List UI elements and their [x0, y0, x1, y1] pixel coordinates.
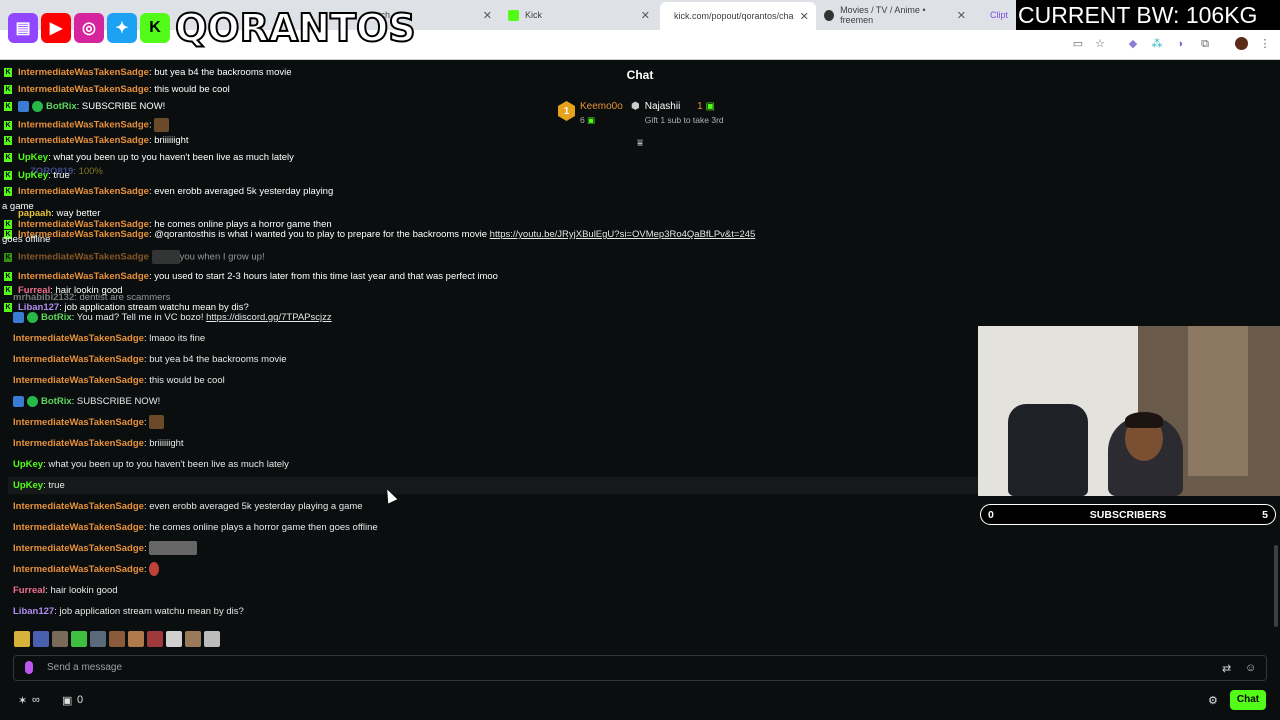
- emote-icon[interactable]: [204, 631, 220, 647]
- tab-label: kick.com/popout/qorantos/cha: [674, 11, 794, 21]
- webcam-feed: [978, 326, 1280, 496]
- emote-icon[interactable]: [14, 631, 30, 647]
- infinity-count: ∞: [32, 694, 40, 706]
- bookmark-star-icon[interactable]: ☆: [1094, 38, 1106, 50]
- browser-tab-movies[interactable]: Movies / TV / Anime • freemen ✕: [816, 4, 974, 26]
- extension-icon[interactable]: ⁂: [1151, 38, 1163, 50]
- emote-icon[interactable]: [33, 631, 49, 647]
- screen-share-icon[interactable]: ▭: [1072, 38, 1084, 50]
- ghost-message: papaah: way better: [18, 208, 101, 219]
- kick-icon: K: [140, 13, 170, 43]
- emoji-icon[interactable]: ☺: [1245, 662, 1256, 674]
- extensions-puzzle-icon[interactable]: ⧉: [1199, 38, 1211, 50]
- twitch-icon: ▤: [8, 13, 38, 43]
- discord-link[interactable]: https://discord.gg/7TPAPscjzz: [206, 312, 332, 323]
- ghost-message: K IntermediateWasTakenSadge: but yea b4 t…: [4, 67, 292, 78]
- quick-emote-row: [14, 631, 220, 647]
- tab-label: Movies / TV / Anime • freemen: [840, 5, 926, 25]
- close-icon[interactable]: ✕: [641, 9, 650, 22]
- bot-badge-icon: [13, 311, 24, 323]
- chat-message[interactable]: IntermediateWasTakenSadge: he comes onli…: [13, 520, 378, 536]
- chat-message[interactable]: IntermediateWasTakenSadge: this would be…: [13, 373, 225, 389]
- subscriber-goal-bar: 0 SUBSCRIBERS 5: [980, 504, 1276, 525]
- emote-icon[interactable]: [71, 631, 87, 647]
- tab-label: Kick: [525, 10, 543, 20]
- chat-message[interactable]: IntermediateWasTakenSadge: briiiiiight: [13, 436, 184, 452]
- emote-icon[interactable]: [185, 631, 201, 647]
- extension-icon[interactable]: ◆: [1127, 38, 1139, 50]
- ghost-message: K IntermediateWasTakenSadge: even erobb a…: [4, 186, 334, 197]
- gift-count: 0: [77, 694, 84, 706]
- extension-icon[interactable]: ◗: [1175, 38, 1187, 50]
- chat-message[interactable]: IntermediateWasTakenSadge: even erobb av…: [13, 499, 363, 515]
- ghost-youtube-link[interactable]: https://youtu.be/JRyjXBulEgU?si=OVMep3Ro…: [490, 229, 756, 240]
- ghost-message: K IntermediateWasTakenSadge: you used to …: [4, 271, 498, 282]
- emote-icon: [149, 415, 165, 430]
- emote-icon[interactable]: [147, 631, 163, 647]
- settings-gear-icon[interactable]: ⚙: [1208, 694, 1218, 707]
- message-placeholder: Send a message: [47, 662, 123, 673]
- chat-message[interactable]: IntermediateWasTakenSadge: but yea b4 th…: [13, 352, 287, 368]
- sub-goal-target: 5: [1262, 508, 1268, 521]
- message-input[interactable]: [13, 655, 1267, 681]
- verified-badge-icon: [27, 311, 38, 323]
- chat-message[interactable]: IntermediateWasTakenSadge: lmaoo its fin…: [13, 331, 205, 347]
- twitter-icon: ✦: [107, 13, 137, 43]
- ghost-overlay-messages: K IntermediateWasTakenSadge: but yea b4 t…: [0, 64, 760, 314]
- chat-message[interactable]: UpKey: what you been up to you haven't b…: [13, 457, 289, 473]
- ghost-message: K IntermediateWasTakenSadge: @qorantosthi…: [4, 229, 756, 240]
- tab-label: Clipt: [990, 10, 1009, 20]
- emote-icon[interactable]: [166, 631, 182, 647]
- chat-message[interactable]: Furreal: hair lookin good: [13, 583, 118, 599]
- profile-avatar[interactable]: [1235, 37, 1248, 50]
- instagram-icon: ◎: [74, 13, 104, 43]
- ghost-message: K IntermediateWasTakenSadge you when I gr…: [4, 250, 265, 264]
- movies-favicon-icon: [824, 9, 835, 21]
- emote-icon[interactable]: [128, 631, 144, 647]
- close-icon[interactable]: ✕: [483, 9, 492, 22]
- ghost-message: K IntermediateWasTakenSadge: briiiiiight: [4, 135, 189, 146]
- sparkle-icon[interactable]: ✶: [18, 694, 27, 707]
- chat-message[interactable]: BotRix: SUBSCRIBE NOW!: [13, 394, 160, 410]
- chat-message[interactable]: UpKey: true: [13, 478, 65, 494]
- close-icon[interactable]: ✕: [957, 9, 966, 22]
- kick-favicon-icon: [508, 9, 519, 21]
- browser-tab-kick[interactable]: Kick ✕: [500, 4, 658, 26]
- chat-message[interactable]: Liban127: job application stream watchu …: [13, 604, 244, 620]
- bot-badge-icon: [13, 395, 24, 407]
- ghost-message: K UpKey: true: [4, 170, 70, 181]
- verified-badge-icon: [27, 395, 38, 407]
- chat-message[interactable]: IntermediateWasTakenSadge:: [13, 541, 198, 557]
- translate-icon[interactable]: ⇄: [1222, 662, 1231, 675]
- youtube-icon: ▶: [41, 13, 71, 43]
- browser-tab-clipt[interactable]: Clipt: [976, 4, 1016, 26]
- chat-scrollbar[interactable]: [1274, 545, 1278, 627]
- emote-icon[interactable]: [109, 631, 125, 647]
- ghost-message: K BotRix: SUBSCRIBE NOW!: [4, 101, 166, 113]
- send-chat-button[interactable]: Chat: [1230, 690, 1266, 710]
- ghost-message: goes offline: [2, 234, 51, 245]
- chat-message[interactable]: BotRix: You mad? Tell me in VC bozo! htt…: [13, 310, 332, 326]
- mic-icon[interactable]: [25, 661, 33, 674]
- social-overlay: ▤ ▶ ◎ ✦ K QORANTOS: [8, 4, 417, 52]
- channel-name: QORANTOS: [174, 5, 417, 51]
- emote-icon[interactable]: [52, 631, 68, 647]
- ghost-message: K IntermediateWasTakenSadge: this would b…: [4, 84, 230, 95]
- emote-icon[interactable]: [90, 631, 106, 647]
- gift-icon[interactable]: ▣: [62, 694, 72, 707]
- emote-icon: [149, 562, 160, 577]
- close-icon[interactable]: ✕: [800, 10, 809, 23]
- bandwidth-readout: CURRENT BW: 106KG: [1016, 0, 1280, 30]
- emote-icon: [149, 541, 198, 556]
- hovered-message-row: [8, 477, 978, 494]
- chat-message[interactable]: IntermediateWasTakenSadge:: [13, 415, 165, 431]
- browser-tab-popout[interactable]: kick.com/popout/qorantos/cha ✕: [660, 2, 816, 30]
- ghost-message: K UpKey: what you been up to you haven't …: [4, 152, 294, 163]
- ghost-message: K IntermediateWasTakenSadge:: [4, 118, 170, 132]
- page: tch ✕ Kick ✕ kick.com/popout/qorantos/ch…: [0, 0, 1280, 720]
- sub-goal-current: 0: [988, 508, 994, 521]
- chat-message[interactable]: IntermediateWasTakenSadge:: [13, 562, 160, 578]
- more-menu-icon[interactable]: ⋮: [1259, 38, 1271, 50]
- sub-goal-label: SUBSCRIBERS: [1089, 508, 1167, 521]
